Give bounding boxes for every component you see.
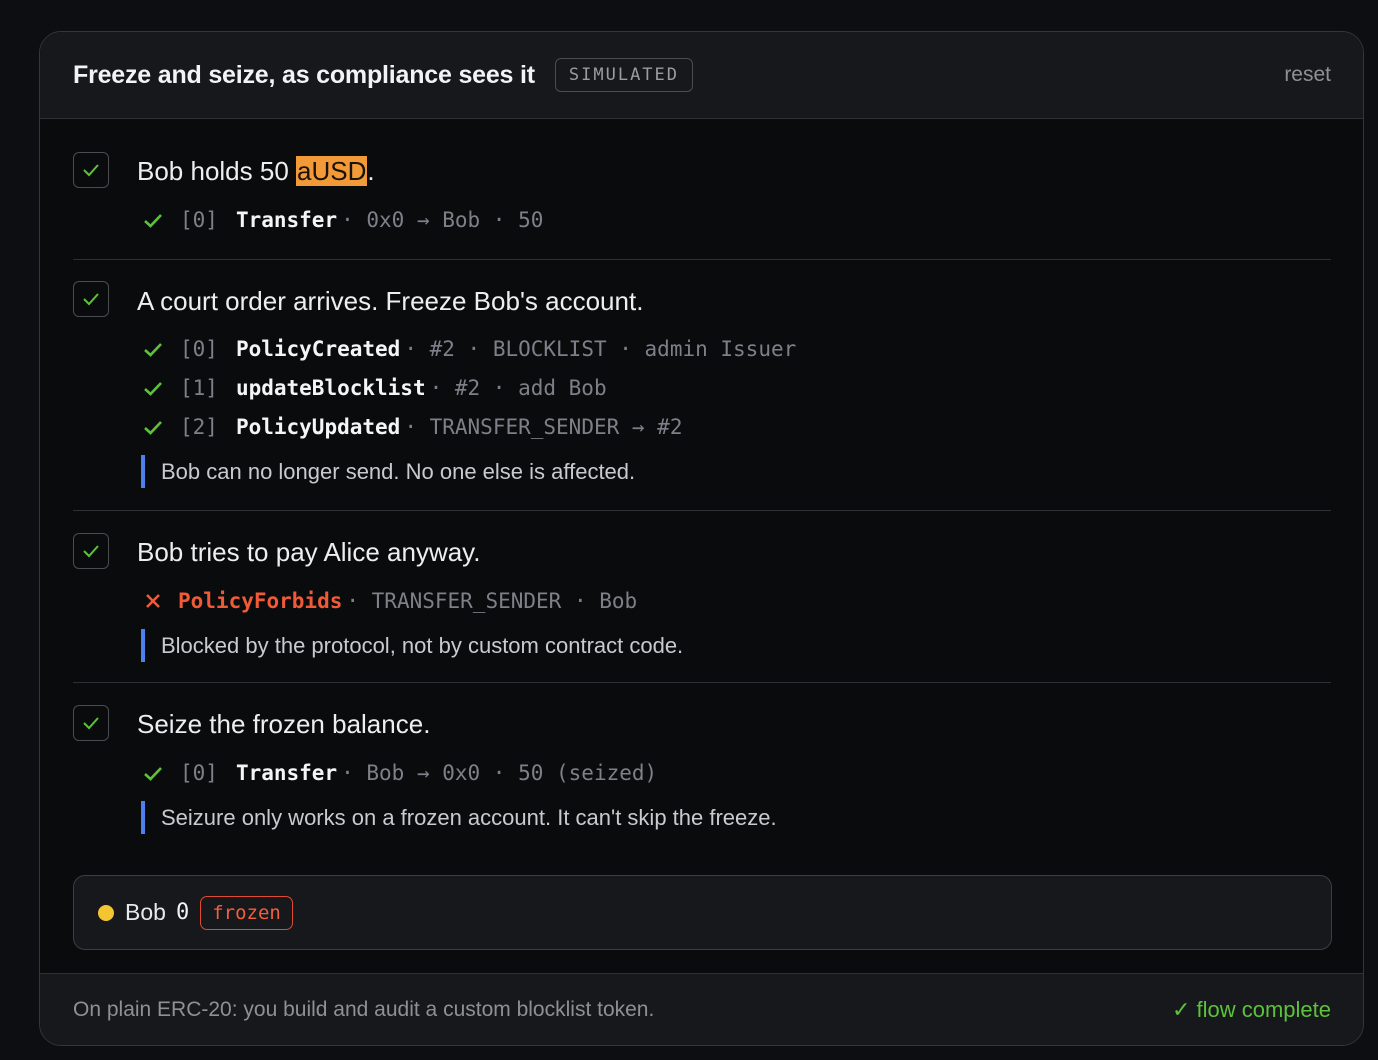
step-checkbox[interactable]	[73, 533, 109, 569]
token-highlight: aUSD	[296, 156, 368, 186]
cross-icon	[142, 593, 164, 609]
frozen-badge: frozen	[200, 895, 293, 930]
event-row: [0] Transfer · Bob → 0x0 · 50 (seized)	[142, 761, 657, 785]
step-title: Bob tries to pay Alice anyway.	[137, 537, 481, 567]
check-icon	[83, 545, 99, 558]
event-args: · TRANSFER_SENDER → #2	[404, 415, 683, 439]
holder-dot	[98, 904, 114, 921]
panel-title: Freeze and seize, as compliance sees it	[73, 60, 535, 89]
step-note: Blocked by the protocol, not by custom c…	[141, 629, 683, 662]
step-checkbox[interactable]	[73, 281, 109, 317]
footer-note: On plain ERC-20: you build and audit a c…	[73, 997, 655, 1021]
event-args: · #2 · BLOCKLIST · admin Issuer	[404, 337, 797, 361]
event-args: · Bob → 0x0 · 50 (seized)	[341, 761, 658, 785]
event-index: [0]	[180, 337, 218, 361]
balance-panel: Bob 0 frozen	[73, 875, 1332, 950]
check-icon	[83, 164, 99, 177]
event-row: [2] PolicyUpdated · TRANSFER_SENDER → #2	[142, 415, 682, 439]
step-checkbox[interactable]	[73, 152, 109, 188]
event-name: PolicyForbids	[178, 589, 343, 613]
event-row: [0] Transfer · 0x0 → Bob · 50	[142, 208, 543, 232]
steps-list: Bob holds 50 aUSD. [0] Transfer · 0x0 → …	[40, 119, 1363, 843]
check-icon	[142, 213, 164, 228]
simulated-badge: SIMULATED	[554, 58, 694, 92]
event-args: · 0x0 → Bob · 50	[341, 208, 544, 232]
step-note: Seizure only works on a frozen account. …	[141, 801, 777, 834]
holder-balance: 0	[175, 900, 190, 925]
step-title: Seize the frozen balance.	[137, 709, 431, 739]
step-4: Seize the frozen balance. [0] Transfer ·…	[73, 683, 1331, 843]
check-icon	[83, 293, 99, 306]
event-index: [0]	[180, 761, 218, 785]
event-index: [1]	[180, 376, 218, 400]
event-name: PolicyUpdated	[235, 415, 401, 439]
event-index: [2]	[180, 415, 218, 439]
step-title-text: Bob holds 50	[137, 156, 297, 186]
check-icon	[142, 381, 164, 396]
step-title-text: .	[367, 156, 375, 186]
event-name: PolicyCreated	[235, 337, 401, 361]
event-args: · TRANSFER_SENDER · Bob	[346, 589, 638, 613]
event-name: Transfer	[235, 761, 338, 785]
compliance-flow-panel: Freeze and seize, as compliance sees it …	[39, 31, 1364, 1046]
step-note: Bob can no longer send. No one else is a…	[141, 455, 635, 488]
event-name: Transfer	[235, 208, 338, 232]
event-args: · #2 · add Bob	[429, 376, 607, 400]
panel-footer: On plain ERC-20: you build and audit a c…	[40, 973, 1363, 1045]
step-title: A court order arrives. Freeze Bob's acco…	[137, 286, 644, 316]
event-row: [0] PolicyCreated · #2 · BLOCKLIST · adm…	[142, 337, 796, 361]
event-row: [1] updateBlocklist · #2 · add Bob	[142, 376, 607, 400]
check-icon	[83, 717, 99, 730]
check-icon	[142, 766, 164, 781]
holder-name: Bob	[125, 899, 166, 925]
step-2: A court order arrives. Freeze Bob's acco…	[73, 260, 1331, 511]
event-index: [0]	[180, 208, 218, 232]
check-icon	[142, 420, 164, 435]
panel-header: Freeze and seize, as compliance sees it …	[40, 32, 1363, 119]
reset-button[interactable]: reset	[1284, 63, 1331, 87]
check-icon	[142, 342, 164, 357]
step-3: Bob tries to pay Alice anyway. PolicyFor…	[73, 511, 1331, 683]
step-checkbox[interactable]	[73, 705, 109, 741]
step-1: Bob holds 50 aUSD. [0] Transfer · 0x0 → …	[73, 119, 1331, 260]
step-title: Bob holds 50 aUSD.	[137, 156, 375, 187]
flow-status: ✓ flow complete	[1171, 996, 1331, 1022]
event-name: updateBlocklist	[235, 376, 426, 400]
event-row: PolicyForbids · TRANSFER_SENDER · Bob	[142, 589, 637, 613]
